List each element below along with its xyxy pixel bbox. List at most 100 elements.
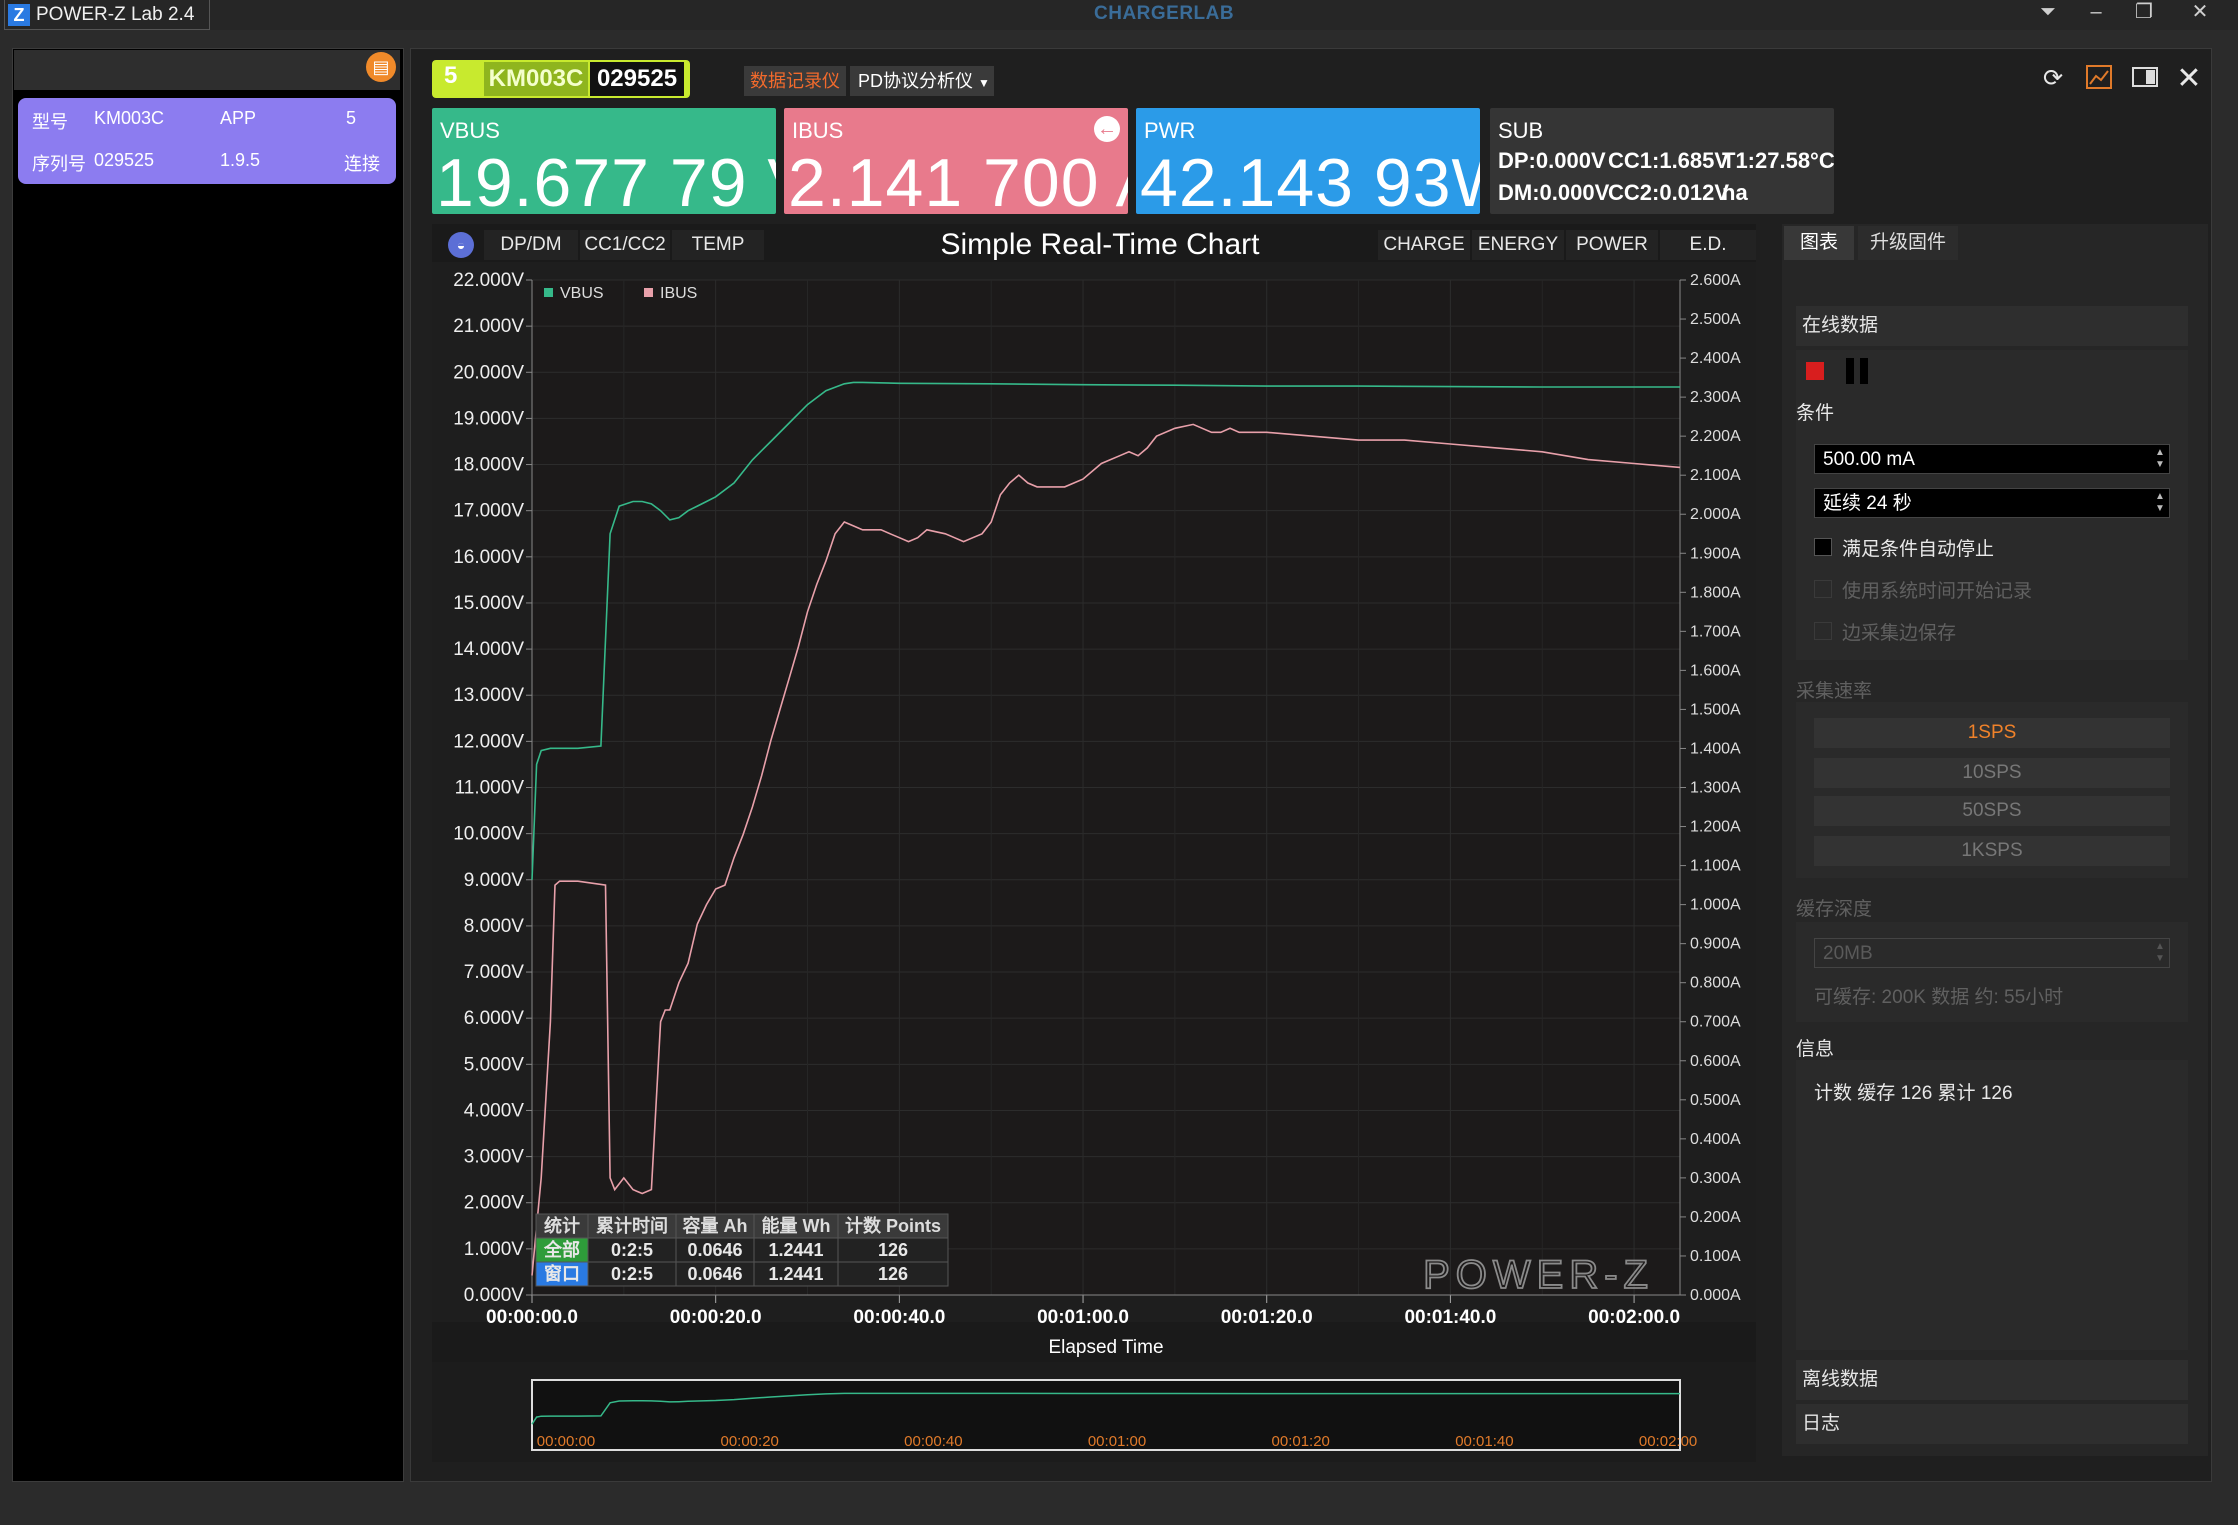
x-tick-label: 00:01:00.0 xyxy=(1037,1307,1129,1328)
y-right-tick-label: 1.000A xyxy=(1690,897,1741,914)
stats-value: 全部 xyxy=(543,1239,580,1260)
tab-chart[interactable]: 图表 xyxy=(1784,226,1854,260)
pause-icon-bar xyxy=(1860,358,1868,384)
y-left-tick-label: 6.000V xyxy=(464,1008,525,1029)
maximize-button[interactable]: ❐ xyxy=(2118,0,2170,26)
vbus-label: VBUS xyxy=(440,118,500,143)
log-header[interactable]: 日志 xyxy=(1796,1404,2188,1444)
tab-energy[interactable]: ENERGY xyxy=(1472,230,1564,260)
use-system-time-label: 使用系统时间开始记录 xyxy=(1842,581,2033,602)
y-left-tick-label: 5.000V xyxy=(464,1054,525,1075)
sub-tile: SUB DP:0.000V CC1:1.685V T1:27.58°C DM:0… xyxy=(1490,108,1834,214)
ibus-label: IBUS xyxy=(792,118,844,143)
overview-tick-label: 00:01:00 xyxy=(1088,1433,1146,1450)
minimize-button[interactable]: – xyxy=(2070,0,2122,26)
app-title: POWER-Z Lab 2.4 xyxy=(36,4,195,25)
y-right-tick-label: 1.900A xyxy=(1690,545,1741,562)
ibus-value: 2.141 700 A xyxy=(788,145,1128,214)
mode-pd-analyzer-dropdown[interactable]: PD协议分析仪 ▼ xyxy=(850,66,994,96)
spinner-icon[interactable]: ▲ ▼ xyxy=(2153,447,2167,471)
power-value: 42.143 93W xyxy=(1140,145,1480,214)
y-right-tick-label: 1.400A xyxy=(1690,740,1741,757)
online-data-header[interactable]: 在线数据 xyxy=(1796,306,2188,346)
y-right-tick-label: 1.300A xyxy=(1690,780,1741,797)
tab-dpdm[interactable]: DP/DM xyxy=(484,230,578,260)
device-card[interactable]: 型号 KM003C APP 5 序列号 029525 1.9.5 连接 xyxy=(18,98,396,184)
y-right-tick-label: 2.100A xyxy=(1690,467,1741,484)
chart-settings-icon[interactable]: ◒ xyxy=(448,232,474,258)
y-right-tick-label: 2.000A xyxy=(1690,506,1741,523)
layout-toggle-icon[interactable] xyxy=(2128,62,2162,96)
mode-pd-label: PD协议分析仪 xyxy=(858,71,974,91)
y-right-tick-label: 2.500A xyxy=(1690,311,1741,328)
close-icon[interactable]: ✕ xyxy=(2172,62,2206,96)
close-window-button[interactable]: ✕ xyxy=(2174,0,2226,26)
duration-input[interactable]: 延续 24 秒 ▲ ▼ xyxy=(1814,488,2170,518)
tab-ed[interactable]: E.D. xyxy=(1660,230,1756,260)
overview-tick-label: 00:00:00 xyxy=(537,1433,595,1450)
y-left-tick-label: 2.000V xyxy=(464,1193,525,1214)
y-right-tick-label: 1.500A xyxy=(1690,701,1741,718)
pause-icon[interactable] xyxy=(1846,358,1854,384)
stats-value: 窗口 xyxy=(544,1263,580,1284)
stats-value: 126 xyxy=(878,1264,908,1284)
tab-power[interactable]: POWER xyxy=(1566,230,1658,260)
y-right-tick-label: 0.100A xyxy=(1690,1248,1741,1265)
connection-status[interactable]: 连接 xyxy=(344,150,380,176)
stop-record-icon[interactable] xyxy=(1806,362,1824,380)
use-system-time-checkbox[interactable] xyxy=(1814,580,1832,598)
chart-image-icon[interactable] xyxy=(2082,62,2116,96)
spinner-icon[interactable]: ▲ ▼ xyxy=(2153,491,2167,515)
current-threshold-input[interactable]: 500.00 mA ▲ ▼ xyxy=(1814,444,2170,474)
y-left-tick-label: 1.000V xyxy=(464,1239,525,1260)
device-number: 5 xyxy=(444,62,458,89)
rate-10sps-button[interactable]: 10SPS xyxy=(1814,758,2170,788)
tab-upgrade-firmware[interactable]: 升级固件 xyxy=(1858,226,1958,260)
menu-dropdown-button[interactable]: ⏷ xyxy=(2022,0,2074,26)
tab-charge[interactable]: CHARGE xyxy=(1378,230,1470,260)
y-right-tick-label: 0.500A xyxy=(1690,1092,1741,1109)
auto-stop-checkbox[interactable] xyxy=(1814,538,1832,556)
reverse-arrow-icon[interactable]: ← xyxy=(1094,116,1120,142)
realtime-chart[interactable]: 22.000V 21.000V 20.000V 19.000V 18.000V 17.00… xyxy=(432,262,1756,1462)
y-right-tick-label: 2.200A xyxy=(1690,428,1741,445)
offline-data-header[interactable]: 离线数据 xyxy=(1796,1360,2188,1400)
cc2-voltage: CC2:0.012V xyxy=(1608,180,1730,205)
buffer-depth-select[interactable]: 20MB ▲ ▼ xyxy=(1814,938,2170,968)
rate-1ksps-button[interactable]: 1KSPS xyxy=(1814,836,2170,866)
auto-stop-label: 满足条件自动停止 xyxy=(1842,539,1995,560)
x-tick-label: 00:00:40.0 xyxy=(853,1307,945,1328)
stats-header: 累计时间 xyxy=(596,1215,668,1236)
tab-temp[interactable]: TEMP xyxy=(672,230,764,260)
rate-50sps-button[interactable]: 50SPS xyxy=(1814,796,2170,826)
dropdown-arrow-icon: ▼ xyxy=(978,76,990,90)
dm-voltage: DM:0.000V xyxy=(1498,180,1610,205)
y-right-tick-label: 0.800A xyxy=(1690,975,1741,992)
sample-rate-label: 采集速率 xyxy=(1796,681,1873,702)
tab-cc1cc2[interactable]: CC1/CC2 xyxy=(580,230,670,260)
y-right-tick-label: 1.600A xyxy=(1690,662,1741,679)
y-left-tick-label: 14.000V xyxy=(453,639,524,660)
x-tick-label: 00:02:00.0 xyxy=(1588,1307,1680,1328)
mode-data-logger-tab[interactable]: 数据记录仪 xyxy=(744,66,846,96)
x-tick-label: 00:01:20.0 xyxy=(1221,1307,1313,1328)
y-left-tick-label: 3.000V xyxy=(464,1147,525,1168)
stats-value: 0.0646 xyxy=(687,1264,742,1284)
spinner-icon[interactable]: ▲ ▼ xyxy=(2153,941,2167,965)
vbus-value: 19.677 79 V xyxy=(436,145,776,214)
overview-tick-label: 00:02:00 xyxy=(1639,1433,1697,1450)
current-threshold-value: 500.00 mA xyxy=(1823,449,1915,470)
y-left-tick-label: 11.000V xyxy=(455,778,525,799)
dp-voltage: DP:0.000V xyxy=(1498,148,1606,173)
chart-title: Simple Real-Time Chart xyxy=(940,228,1260,261)
stats-value: 0:2:5 xyxy=(611,1264,653,1284)
save-while-sampling-checkbox[interactable] xyxy=(1814,622,1832,640)
vbus-tile: VBUS 19.677 79 V xyxy=(432,108,776,214)
rate-1sps-button[interactable]: 1SPS xyxy=(1814,718,2170,748)
device-list-icon[interactable]: ▤ xyxy=(366,52,396,82)
y-left-tick-label: 8.000V xyxy=(464,916,525,937)
device-serial: 029525 xyxy=(590,62,684,96)
y-right-tick-label: 0.600A xyxy=(1690,1053,1741,1070)
refresh-icon[interactable]: ⟳ xyxy=(2036,62,2070,96)
y-right-tick-label: 0.700A xyxy=(1690,1014,1741,1031)
